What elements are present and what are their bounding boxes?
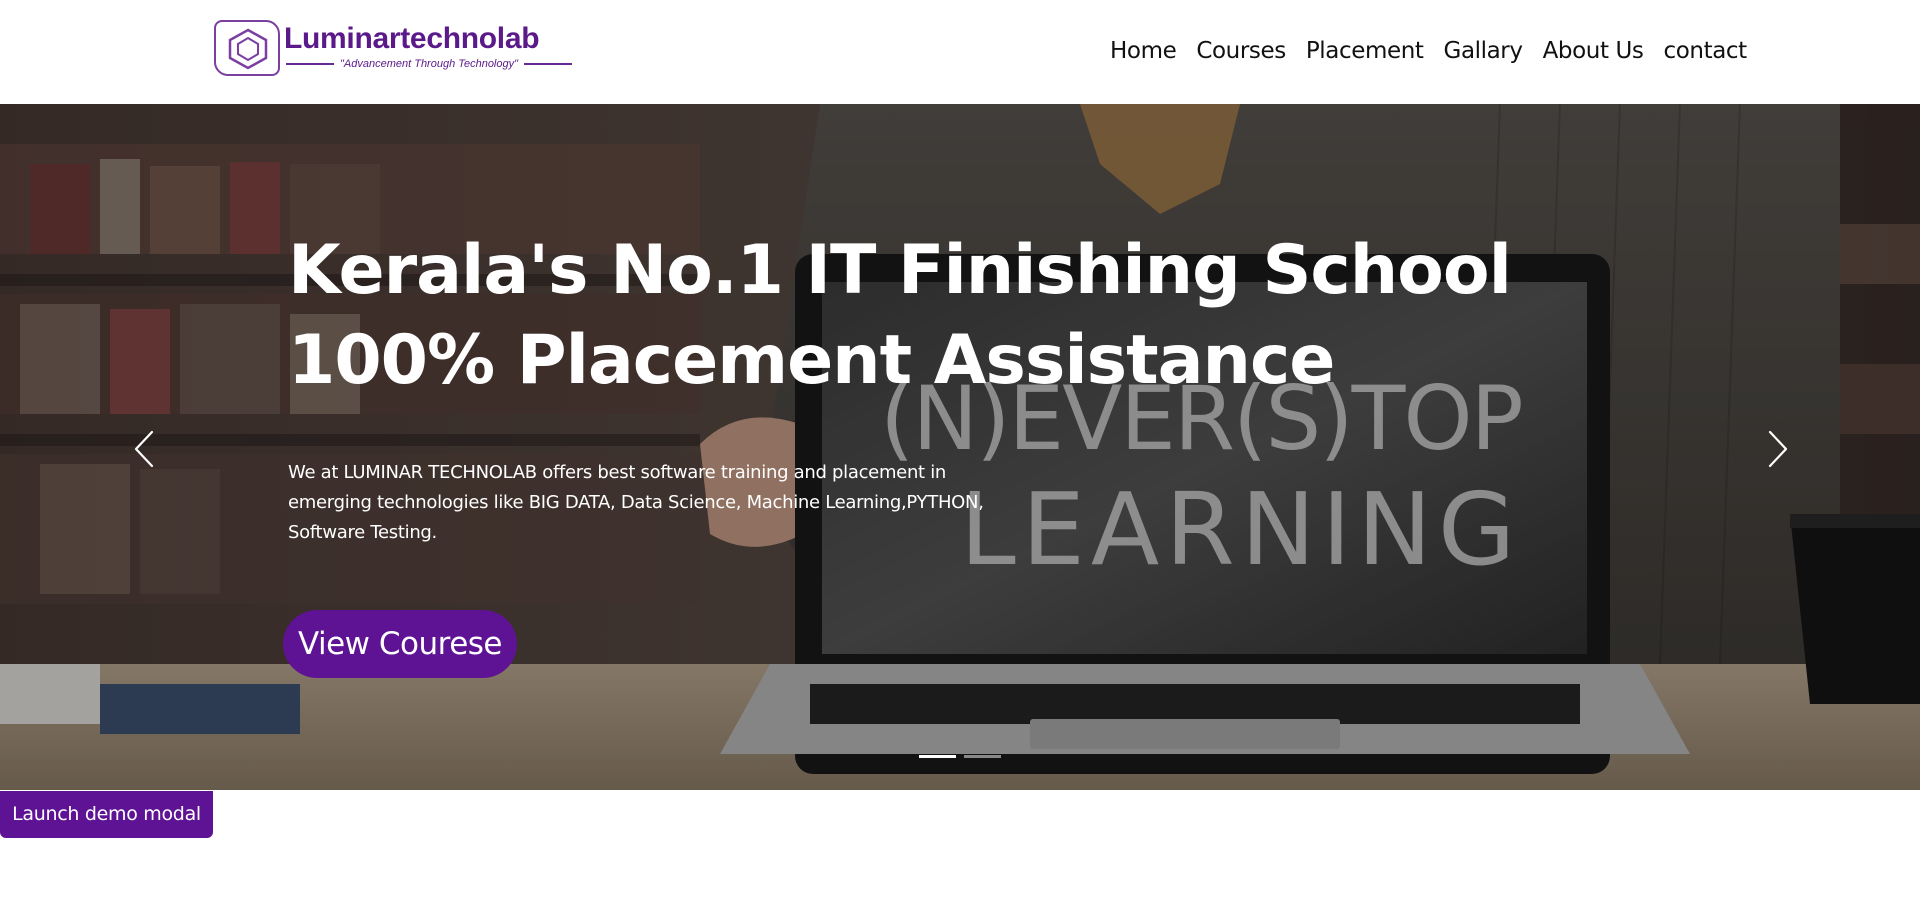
tagline-divider [286,63,334,65]
brand-name: Luminartechnolab [284,22,540,55]
main-nav: Home Courses Placement Gallary About Us … [1100,34,1757,70]
carousel-prev-button[interactable] [120,424,170,474]
carousel-indicators [919,755,1001,758]
carousel-next-button[interactable] [1752,424,1802,474]
nav-home-link[interactable]: Home [1100,34,1186,70]
brand-logo[interactable]: Luminartechnolab "Advancement Through Te… [214,20,574,78]
nav-courses-link[interactable]: Courses [1186,34,1295,70]
view-courses-button[interactable]: View Courese [283,610,517,678]
carousel-indicator-2[interactable] [964,755,1001,758]
logo-mark-icon [214,20,280,76]
hero-title: Kerala's No.1 IT Finishing School 100% P… [288,226,1588,406]
nav-placement-link[interactable]: Placement [1296,34,1434,70]
nav-contact-link[interactable]: contact [1654,34,1757,70]
tagline-divider [524,63,573,65]
chevron-right-icon [1768,430,1788,468]
brand-tagline-row: "Advancement Through Technology" [286,56,573,72]
carousel-indicator-1[interactable] [919,755,956,758]
hero-carousel: (N)EVER(S)TOP LEARNING Kerala's No.1 IT … [0,104,1920,790]
hero-overlay [0,104,1920,790]
nav-gallary-link[interactable]: Gallary [1434,34,1533,70]
chevron-left-icon [134,430,154,468]
navbar: Luminartechnolab "Advancement Through Te… [0,0,1920,104]
launch-demo-modal-button[interactable]: Launch demo modal [0,791,213,838]
hero-title-line-2: 100% Placement Assistance [288,321,1335,400]
hero-description: We at LUMINAR TECHNOLAB offers best soft… [288,462,984,543]
brand-tagline: "Advancement Through Technology" [340,58,519,70]
nav-about-us-link[interactable]: About Us [1533,34,1654,70]
hero-title-line-1: Kerala's No.1 IT Finishing School [288,231,1512,310]
